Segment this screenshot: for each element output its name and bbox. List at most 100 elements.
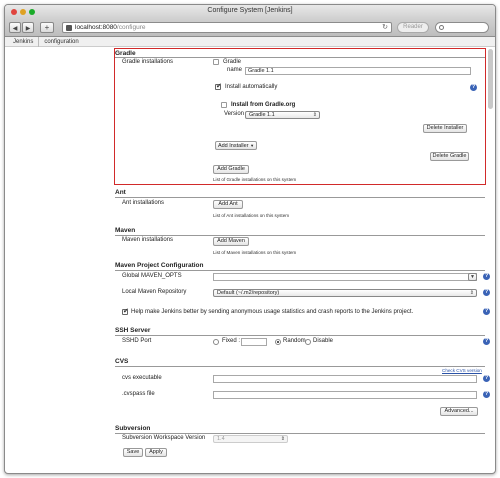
plus-icon: + — [44, 23, 50, 32]
add-maven-button[interactable]: Add Maven — [213, 237, 249, 246]
breadcrumb-separator — [38, 37, 40, 47]
add-gradle-button[interactable]: Add Gradle — [213, 165, 249, 174]
ssh-disable-label: Disable — [313, 338, 334, 344]
cvspass-file-label: .cvspass file — [122, 391, 155, 397]
local-maven-repo-select[interactable]: Default (~/.m2/repository) ⇕ — [213, 289, 477, 297]
local-maven-repo-value: Default (~/.m2/repository) — [217, 290, 280, 296]
address-bar[interactable]: localhost:8080/configure ↻ — [62, 22, 392, 33]
save-button[interactable]: Save — [123, 448, 143, 457]
gradle-installations-label: Gradle installations — [122, 59, 174, 65]
version-label: Version — [224, 111, 245, 117]
browser-toolbar: ◀ ▶ + localhost:8080/configure ↻ Reader — [5, 19, 495, 37]
help-icon[interactable]: ? — [483, 289, 490, 296]
favicon-icon — [66, 25, 72, 31]
global-maven-opts-input[interactable] — [213, 273, 477, 281]
add-ant-button[interactable]: Add Ant — [213, 200, 243, 209]
subversion-heading: Subversion — [115, 425, 151, 432]
add-installer-label: Add Installer — [217, 143, 249, 149]
cvspass-file-input[interactable] — [213, 391, 477, 399]
gradle-name-label: name — [227, 67, 243, 73]
add-installer-button[interactable]: Add Installer ▼ — [215, 141, 257, 150]
global-maven-opts-label: Global MAVEN_OPTS — [122, 273, 182, 279]
divider — [115, 57, 485, 58]
cvs-advanced-button[interactable]: Advanced... — [440, 407, 478, 416]
ssh-fixed-radio[interactable] — [213, 339, 219, 345]
select-arrows-icon: ⇕ — [469, 290, 474, 296]
ssh-server-heading: SSH Server — [115, 327, 151, 334]
ssh-fixed-port-input[interactable] — [241, 338, 267, 346]
cvs-executable-input[interactable] — [213, 375, 477, 383]
install-automatically-label: Install automatically — [225, 84, 278, 90]
maven-installations-label: Maven installations — [122, 237, 174, 243]
maven-project-heading: Maven Project Configuration — [115, 262, 204, 269]
divider — [115, 270, 485, 271]
maven-heading: Maven — [115, 227, 136, 234]
apply-button[interactable]: Apply — [145, 448, 167, 457]
reload-icon[interactable]: ↻ — [382, 23, 388, 33]
window-title: Configure System [Jenkins] — [207, 7, 293, 14]
install-from-gradle-checkbox[interactable] — [221, 102, 227, 108]
help-icon[interactable]: ? — [470, 84, 477, 91]
svn-workspace-version-label: Subversion Workspace Version — [122, 435, 206, 441]
gradle-list-note: List of Gradle installations on this sys… — [213, 177, 297, 182]
gradle-version-value: Gradle 1.1 — [249, 112, 275, 118]
divider — [115, 366, 485, 367]
add-bookmark-button[interactable]: + — [40, 22, 54, 33]
back-button[interactable]: ◀ — [9, 22, 21, 33]
title-bar: Configure System [Jenkins] — [5, 5, 495, 19]
sshd-port-label: SSHD Port — [122, 338, 152, 344]
url-host: localhost:8080 — [75, 24, 117, 31]
divider — [115, 235, 485, 236]
help-icon[interactable]: ? — [483, 338, 490, 345]
install-from-gradle-label: Install from Gradle.org — [231, 102, 296, 108]
breadcrumb-configuration[interactable]: configuration — [44, 39, 78, 45]
dropdown-arrow-icon: ▼ — [470, 274, 475, 280]
ant-list-note: List of Ant installations on this system — [213, 213, 290, 218]
svn-workspace-version-value: 1.4 — [217, 436, 225, 442]
forward-icon: ▶ — [25, 26, 31, 32]
gradle-heading: Gradle — [115, 50, 136, 57]
ssh-random-label: Random — [283, 338, 306, 344]
search-icon — [439, 25, 444, 30]
gradle-enable-checkbox[interactable] — [213, 59, 219, 65]
help-icon[interactable]: ? — [483, 391, 490, 398]
divider — [115, 433, 485, 434]
breadcrumb-jenkins[interactable]: Jenkins — [13, 39, 33, 45]
install-automatically-checkbox[interactable] — [215, 82, 222, 90]
divider — [115, 335, 485, 336]
local-maven-repo-label: Local Maven Repository — [122, 289, 187, 295]
browser-window: Configure System [Jenkins] ◀ ▶ + localho… — [4, 4, 496, 474]
gradle-name-input[interactable]: Gradle 1.1 — [245, 67, 471, 75]
back-icon: ◀ — [12, 26, 18, 32]
help-icon[interactable]: ? — [483, 308, 490, 315]
ssh-disable-radio[interactable] — [305, 339, 311, 345]
search-field[interactable] — [435, 22, 489, 33]
select-arrows-icon: ⇕ — [280, 436, 285, 442]
help-icon[interactable]: ? — [483, 375, 490, 382]
check-cvs-version-link[interactable]: Check CVS version — [442, 368, 482, 373]
ssh-random-radio[interactable] — [275, 339, 281, 345]
config-page: Gradle Gradle installations Gradle name … — [5, 47, 495, 473]
usage-statistics-label: Help make Jenkins better by sending anon… — [131, 309, 414, 315]
cvs-heading: CVS — [115, 358, 129, 365]
svn-workspace-version-select[interactable]: 1.4 ⇕ — [213, 435, 288, 443]
delete-installer-button[interactable]: Delete Installer — [423, 124, 467, 133]
cvs-executable-label: cvs executable — [122, 375, 162, 381]
breadcrumb: Jenkins configuration — [5, 37, 495, 47]
select-arrows-icon: ⇕ — [312, 112, 317, 118]
help-icon[interactable]: ? — [483, 273, 490, 280]
expand-textarea-button[interactable]: ▼ — [468, 273, 477, 281]
maven-list-note: List of Maven installations on this syst… — [213, 250, 297, 255]
forward-button[interactable]: ▶ — [22, 22, 34, 33]
ant-heading: Ant — [115, 189, 126, 196]
gradle-version-select[interactable]: Gradle 1.1 ⇕ — [245, 111, 320, 119]
reader-button[interactable]: Reader — [397, 22, 429, 33]
url-path: /configure — [116, 24, 146, 31]
gradle-checkbox-label: Gradle — [223, 59, 242, 65]
dropdown-arrow-icon: ▼ — [250, 143, 255, 148]
ant-installations-label: Ant installations — [122, 200, 165, 206]
usage-statistics-checkbox[interactable] — [122, 307, 129, 315]
page-scrollbar[interactable] — [488, 49, 493, 109]
delete-gradle-button[interactable]: Delete Gradle — [430, 152, 469, 161]
ssh-fixed-label: Fixed : — [222, 338, 241, 344]
